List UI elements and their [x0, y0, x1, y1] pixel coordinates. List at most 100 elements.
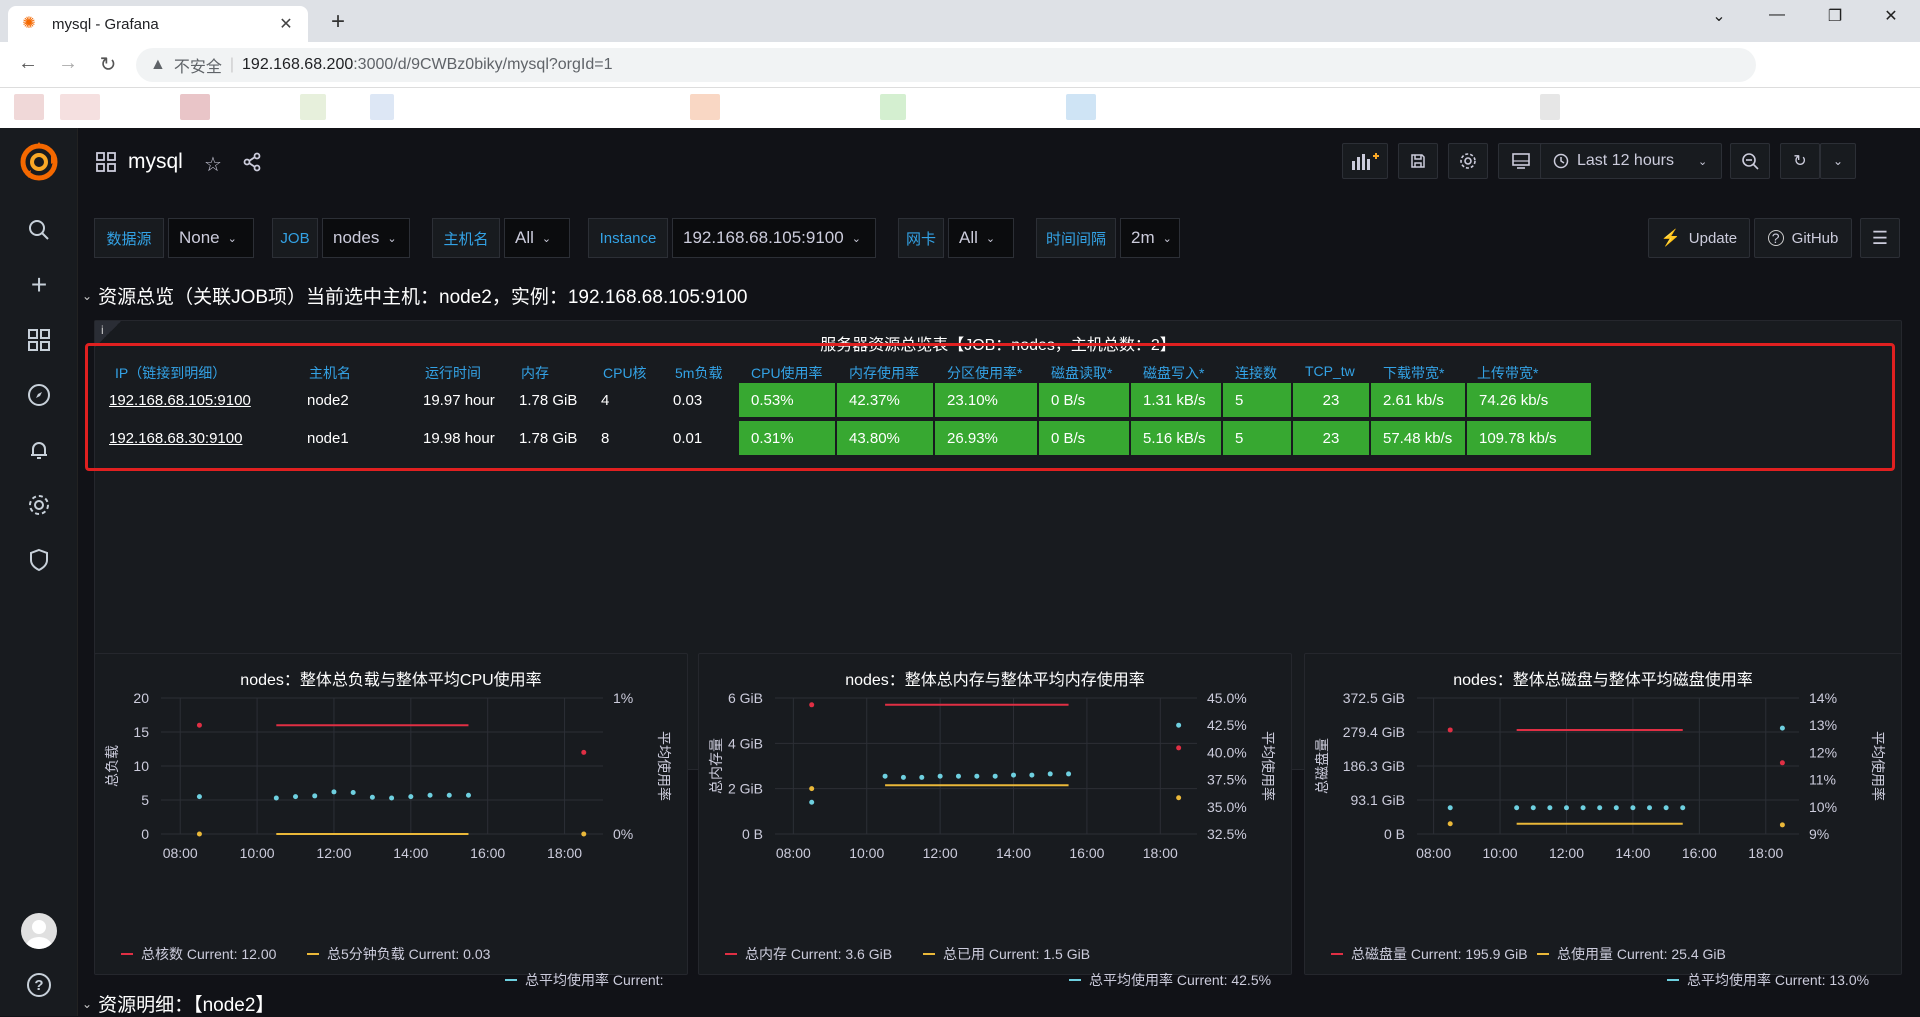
- column-header[interactable]: 分区使用率*: [947, 363, 1022, 383]
- url-field[interactable]: ▲ 不安全 | 192.168.68.200 :3000/d/9CWBz0bik…: [136, 48, 1756, 82]
- avatar[interactable]: [21, 913, 57, 949]
- close-tab-icon[interactable]: ✕: [276, 14, 296, 34]
- dashboards-icon[interactable]: [19, 320, 59, 360]
- legend-item[interactable]: 总核数 Current: 12.00: [121, 944, 276, 964]
- x-tick-label: 10:00: [240, 845, 275, 861]
- close-window-icon[interactable]: ✕: [1876, 6, 1906, 26]
- var-select-datasource[interactable]: None ⌄: [168, 218, 254, 258]
- var-select-job[interactable]: nodes ⌄: [322, 218, 410, 258]
- table-cell: 2.61 kb/s: [1371, 383, 1465, 417]
- table-cell: 23.10%: [935, 383, 1037, 417]
- column-header[interactable]: CPU核: [603, 363, 647, 383]
- settings-gear-icon[interactable]: [1448, 143, 1488, 179]
- legend-swatch: [121, 953, 133, 955]
- chevron-down-icon[interactable]: ⌄: [1704, 6, 1734, 26]
- var-select-hostname[interactable]: All ⌄: [504, 218, 570, 258]
- legend-item[interactable]: 总5分钟负载 Current: 0.03: [307, 944, 490, 964]
- grafana-logo-icon[interactable]: [17, 140, 61, 184]
- update-link-button[interactable]: ⚡ Update: [1648, 218, 1750, 258]
- page-title[interactable]: mysql: [128, 150, 183, 174]
- legend-item[interactable]: 总平均使用率 Current: 42.5%: [1069, 970, 1271, 990]
- chevron-down-icon: ⌄: [82, 288, 93, 303]
- y-tick-label: 4 GiB: [728, 735, 763, 751]
- star-icon[interactable]: ☆: [204, 152, 222, 177]
- column-header[interactable]: 磁盘写入*: [1143, 363, 1204, 383]
- alerting-bell-icon[interactable]: [19, 430, 59, 470]
- row-title-detail[interactable]: ⌄ 资源明细：【node2】: [82, 990, 274, 1017]
- explore-compass-icon[interactable]: [19, 375, 59, 415]
- data-point: [1779, 822, 1785, 828]
- legend-item[interactable]: 总平均使用率 Current: 13.0%: [1667, 970, 1869, 990]
- legend-label: 总平均使用率 Current: 13.0%: [1687, 972, 1870, 988]
- save-icon[interactable]: [1398, 143, 1438, 179]
- browser-tab[interactable]: ✺ mysql - Grafana ✕: [8, 6, 308, 42]
- column-header[interactable]: 运行时间: [425, 363, 481, 383]
- column-header[interactable]: 主机名: [309, 363, 351, 383]
- add-panel-button[interactable]: [1342, 143, 1388, 179]
- table-cell-ip[interactable]: 192.168.68.105:9100: [97, 383, 293, 417]
- table-cell: 57.48 kb/s: [1371, 421, 1465, 455]
- y2-tick-label: 1%: [613, 690, 633, 706]
- column-header[interactable]: 上传带宽*: [1477, 363, 1538, 383]
- legend-label: 总平均使用率 Current: 42.5%: [1089, 972, 1272, 988]
- x-tick-label: 08:00: [776, 845, 811, 861]
- tv-mode-icon[interactable]: [1498, 143, 1544, 179]
- column-header[interactable]: 下载带宽*: [1383, 363, 1444, 383]
- column-header[interactable]: 5m负载: [675, 363, 722, 383]
- legend-item[interactable]: 总已用 Current: 1.5 GiB: [923, 944, 1090, 964]
- var-select-instance[interactable]: 192.168.68.105:9100 ⌄: [672, 218, 876, 258]
- column-header[interactable]: 连接数: [1235, 363, 1277, 383]
- forward-icon[interactable]: →: [54, 52, 82, 75]
- column-header[interactable]: 内存使用率: [849, 363, 919, 383]
- data-point: [1047, 771, 1053, 777]
- shield-icon[interactable]: [19, 540, 59, 580]
- column-header[interactable]: 磁盘读取*: [1051, 363, 1112, 383]
- legend-swatch: [1537, 953, 1549, 955]
- legend-item[interactable]: 总使用量 Current: 25.4 GiB: [1537, 944, 1726, 964]
- table-cell-ip[interactable]: 192.168.68.30:9100: [97, 421, 293, 455]
- table-cell: 42.37%: [837, 383, 933, 417]
- refresh-icon[interactable]: ↻: [1780, 143, 1820, 179]
- refresh-interval-chevron-icon[interactable]: ⌄: [1820, 143, 1856, 179]
- legend-swatch: [1069, 979, 1081, 981]
- var-select-interval[interactable]: 2m ⌄: [1120, 218, 1180, 258]
- x-tick-label: 18:00: [547, 845, 582, 861]
- row-title-text: 资源总览（关联JOB项）当前选中主机：node2，实例：192.168.68.1…: [98, 287, 748, 308]
- data-point: [1630, 805, 1636, 811]
- column-header[interactable]: TCP_tw: [1305, 363, 1355, 379]
- column-header[interactable]: CPU使用率: [751, 363, 823, 383]
- column-header[interactable]: IP（链接到明细）: [115, 363, 226, 383]
- x-tick-label: 16:00: [470, 845, 505, 861]
- gear-icon[interactable]: [19, 485, 59, 525]
- chevron-down-icon: ⌄: [541, 232, 552, 245]
- column-header[interactable]: 内存: [521, 363, 549, 383]
- y-tick-label: 372.5 GiB: [1343, 690, 1405, 706]
- minimize-icon[interactable]: —: [1762, 6, 1792, 24]
- share-icon[interactable]: [242, 152, 262, 172]
- back-icon[interactable]: ←: [14, 52, 42, 75]
- github-link-button[interactable]: ? GitHub: [1754, 218, 1852, 258]
- legend-item[interactable]: 总平均使用率 Current:: [505, 970, 663, 990]
- var-select-nic[interactable]: All ⌄: [948, 218, 1014, 258]
- row-title-overview[interactable]: ⌄ 资源总览（关联JOB项）当前选中主机：node2，实例：192.168.68.…: [82, 282, 747, 309]
- zoom-out-icon[interactable]: [1730, 143, 1770, 179]
- plus-icon[interactable]: +: [19, 265, 59, 305]
- table-cell: 5: [1223, 421, 1291, 455]
- bookmarks-bar: [0, 88, 1920, 128]
- chevron-down-icon: ⌄: [985, 232, 996, 245]
- time-range-picker[interactable]: Last 12 hours ⌄: [1540, 143, 1722, 179]
- table-cell: 5: [1223, 383, 1291, 417]
- ip-link[interactable]: 192.168.68.105:9100: [109, 392, 251, 409]
- search-icon[interactable]: [19, 210, 59, 250]
- restore-icon[interactable]: ❐: [1820, 6, 1850, 26]
- help-icon[interactable]: ?: [27, 973, 51, 997]
- data-point: [427, 792, 433, 798]
- data-point: [1779, 760, 1785, 766]
- legend-item[interactable]: 总内存 Current: 3.6 GiB: [725, 944, 892, 964]
- new-tab-icon[interactable]: +: [324, 8, 352, 36]
- reload-icon[interactable]: ↻: [94, 52, 122, 77]
- hamburger-menu-icon[interactable]: ☰: [1860, 218, 1900, 258]
- legend-label: 总使用量 Current: 25.4 GiB: [1557, 946, 1726, 962]
- ip-link[interactable]: 192.168.68.30:9100: [109, 430, 242, 447]
- legend-item[interactable]: 总磁盘量 Current: 195.9 GiB: [1331, 944, 1528, 964]
